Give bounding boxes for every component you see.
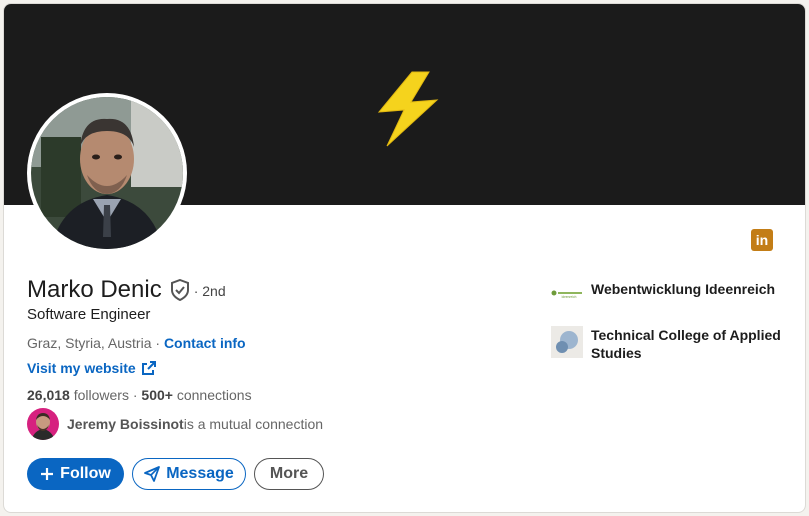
- profile-name: Marko Denic: [27, 276, 162, 303]
- followers-label: followers: [69, 387, 133, 403]
- lightning-bolt-icon: [377, 71, 439, 147]
- profile-headline: Software Engineer: [27, 306, 151, 323]
- followers-count: 26,018: [27, 387, 70, 403]
- profile-photo: [31, 97, 183, 249]
- more-button[interactable]: More: [254, 458, 324, 490]
- message-label: Message: [166, 465, 234, 482]
- ideenreich-logo: ideenreich: [551, 280, 583, 312]
- org-item[interactable]: ideenreich Webentwicklung Ideenreich: [551, 280, 791, 312]
- external-link-icon: [141, 361, 156, 375]
- verified-shield-icon[interactable]: [170, 279, 190, 301]
- website-label: Visit my website: [27, 360, 136, 376]
- action-buttons: Follow Message More: [27, 458, 332, 490]
- follow-button[interactable]: Follow: [27, 458, 124, 490]
- connection-degree: · 2nd: [193, 283, 226, 299]
- mutual-text: is a mutual connection: [183, 416, 324, 432]
- connections-count[interactable]: 500+: [141, 387, 173, 403]
- mutual-avatar[interactable]: [27, 408, 59, 440]
- org-name[interactable]: Webentwicklung Ideenreich: [591, 280, 791, 298]
- organizations-list: ideenreich Webentwicklung Ideenreich Tec…: [551, 280, 791, 376]
- mutual-name[interactable]: Jeremy Boissinot: [67, 416, 184, 432]
- linkedin-icon[interactable]: in: [751, 229, 773, 251]
- follow-label: Follow: [60, 465, 111, 482]
- org-item[interactable]: Technical College of Applied Studies: [551, 326, 791, 362]
- message-button[interactable]: Message: [132, 458, 246, 490]
- contact-info-link[interactable]: Contact info: [164, 335, 246, 351]
- ideenreich-logo-text: ideenreich: [562, 295, 577, 299]
- separator: ·: [151, 335, 164, 351]
- college-logo: [551, 326, 583, 358]
- network-stats: 26,018 followers · 500+ connections: [27, 387, 252, 403]
- plus-icon: [41, 468, 54, 480]
- location-row: Graz, Styria, Austria · Contact info: [27, 335, 246, 351]
- send-icon: [144, 466, 161, 482]
- more-label: More: [269, 465, 309, 482]
- mutual-connection[interactable]: Jeremy Boissinot is a mutual connection: [27, 408, 323, 440]
- profile-location: Graz, Styria, Austria: [27, 335, 152, 351]
- profile-avatar[interactable]: [27, 93, 187, 253]
- website-link[interactable]: Visit my website: [27, 360, 156, 376]
- profile-card: in Marko Denic · 2nd Software Engineer G…: [3, 3, 806, 513]
- connections-label[interactable]: connections: [173, 387, 252, 403]
- org-name[interactable]: Technical College of Applied Studies: [591, 326, 791, 362]
